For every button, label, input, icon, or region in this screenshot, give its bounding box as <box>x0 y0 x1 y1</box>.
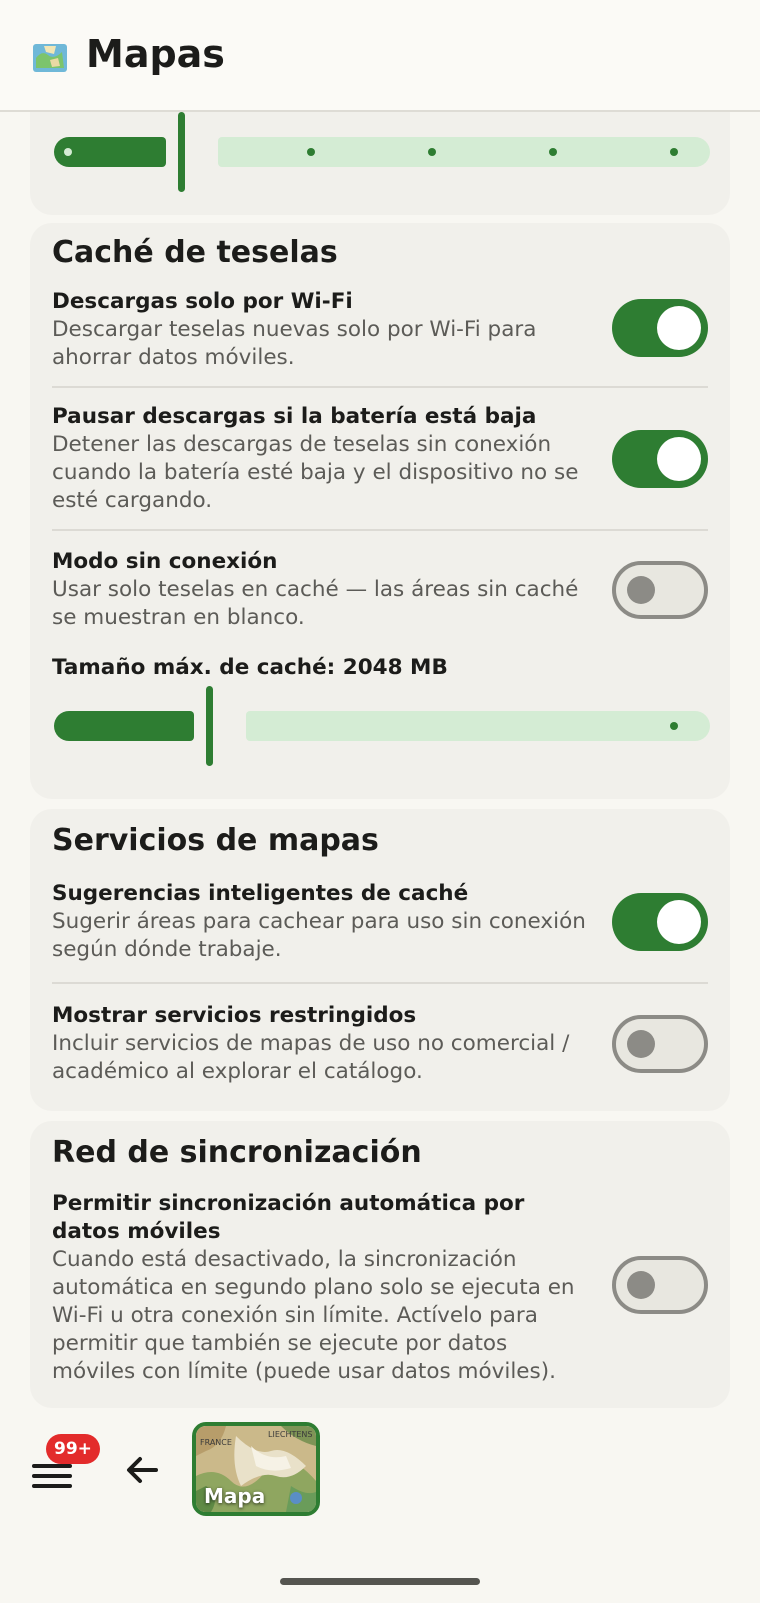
toggle-wifi-only[interactable] <box>612 299 708 357</box>
max-cache-label: Tamaño máx. de caché: 2048 MB <box>52 655 448 680</box>
section-title-map-services: Servicios de mapas <box>52 823 379 858</box>
setting-description: Usar solo teselas en caché — las áreas s… <box>52 577 579 630</box>
slider-inactive-track <box>246 711 710 741</box>
map-place-label: FRANCE <box>200 1438 232 1447</box>
setting-title: Pausar descargas si la batería está baja <box>52 404 537 429</box>
max-cache-slider[interactable] <box>54 686 710 766</box>
section-title-tile-cache: Caché de teselas <box>52 235 338 270</box>
toggle-knob <box>627 1030 655 1058</box>
home-indicator[interactable] <box>280 1578 480 1585</box>
step-slider[interactable] <box>54 112 710 192</box>
section-title-sync-network: Red de sincronización <box>52 1135 422 1170</box>
toggle-offline-mode[interactable] <box>612 561 708 619</box>
setting-wifi-only: Descargas solo por Wi-Fi Descargar tesel… <box>52 288 592 372</box>
divider <box>52 529 708 531</box>
toggle-pause-low-battery[interactable] <box>612 430 708 488</box>
slider-tick <box>307 148 315 156</box>
setting-offline-mode: Modo sin conexión Usar solo teselas en c… <box>52 548 592 632</box>
setting-description: Descargar teselas nuevas solo por Wi-Fi … <box>52 317 537 370</box>
map-app-icon <box>32 40 68 76</box>
divider <box>52 982 708 984</box>
setting-smart-cache-suggestions: Sugerencias inteligentes de caché Sugeri… <box>52 880 592 964</box>
back-arrow-icon[interactable] <box>120 1448 164 1492</box>
slider-thumb[interactable] <box>178 112 185 192</box>
tile-cache-card: Caché de teselas Descargas solo por Wi-F… <box>30 223 730 799</box>
setting-title: Mostrar servicios restringidos <box>52 1003 417 1028</box>
toggle-knob <box>627 1271 655 1299</box>
map-services-card: Servicios de mapas Sugerencias inteligen… <box>30 809 730 1111</box>
setting-title: Sugerencias inteligentes de caché <box>52 881 469 906</box>
map-label: Mapa <box>204 1484 266 1508</box>
setting-title: Descargas solo por Wi-Fi <box>52 289 353 314</box>
setting-description: Incluir servicios de mapas de uso no com… <box>52 1031 570 1084</box>
app-bar: Mapas <box>0 0 760 112</box>
toggle-auto-sync-mobile-data[interactable] <box>612 1256 708 1314</box>
setting-description: Cuando está desactivado, la sincronizaci… <box>52 1247 575 1384</box>
map-place-label: LIECHTENS <box>268 1430 313 1439</box>
setting-show-restricted-services: Mostrar servicios restringidos Incluir s… <box>52 1002 592 1086</box>
slider-tick <box>670 148 678 156</box>
slider-thumb[interactable] <box>206 686 213 766</box>
slider-inactive-track <box>218 137 710 167</box>
slider-active-track <box>54 711 194 741</box>
slider-tick <box>549 148 557 156</box>
setting-description: Sugerir áreas para cachear para uso sin … <box>52 909 586 962</box>
setting-pause-low-battery: Pausar descargas si la batería está baja… <box>52 403 592 515</box>
setting-title: Modo sin conexión <box>52 549 278 574</box>
notification-badge: 99+ <box>46 1434 100 1464</box>
sync-network-card: Red de sincronización Permitir sincroniz… <box>30 1121 730 1408</box>
setting-auto-sync-mobile-data: Permitir sincronización automática por d… <box>52 1190 592 1386</box>
setting-title: Permitir sincronización automática por d… <box>52 1191 525 1244</box>
toggle-knob <box>657 900 701 944</box>
slider-tick <box>670 722 678 730</box>
toggle-knob <box>657 437 701 481</box>
setting-description: Detener las descargas de teselas sin con… <box>52 432 579 513</box>
app-title: Mapas <box>86 32 225 76</box>
slider-tick <box>64 148 72 156</box>
toggle-knob <box>627 576 655 604</box>
divider <box>52 386 708 388</box>
map-settings-card-partial <box>30 112 730 215</box>
map-preview-button[interactable]: FRANCE LIECHTENS Mapa <box>192 1422 320 1516</box>
slider-tick <box>428 148 436 156</box>
toggle-show-restricted-services[interactable] <box>612 1015 708 1073</box>
bottom-navigation: 99+ FRANCE LIECHTENS Mapa <box>0 1408 760 1603</box>
toggle-smart-cache-suggestions[interactable] <box>612 893 708 951</box>
toggle-knob <box>657 306 701 350</box>
